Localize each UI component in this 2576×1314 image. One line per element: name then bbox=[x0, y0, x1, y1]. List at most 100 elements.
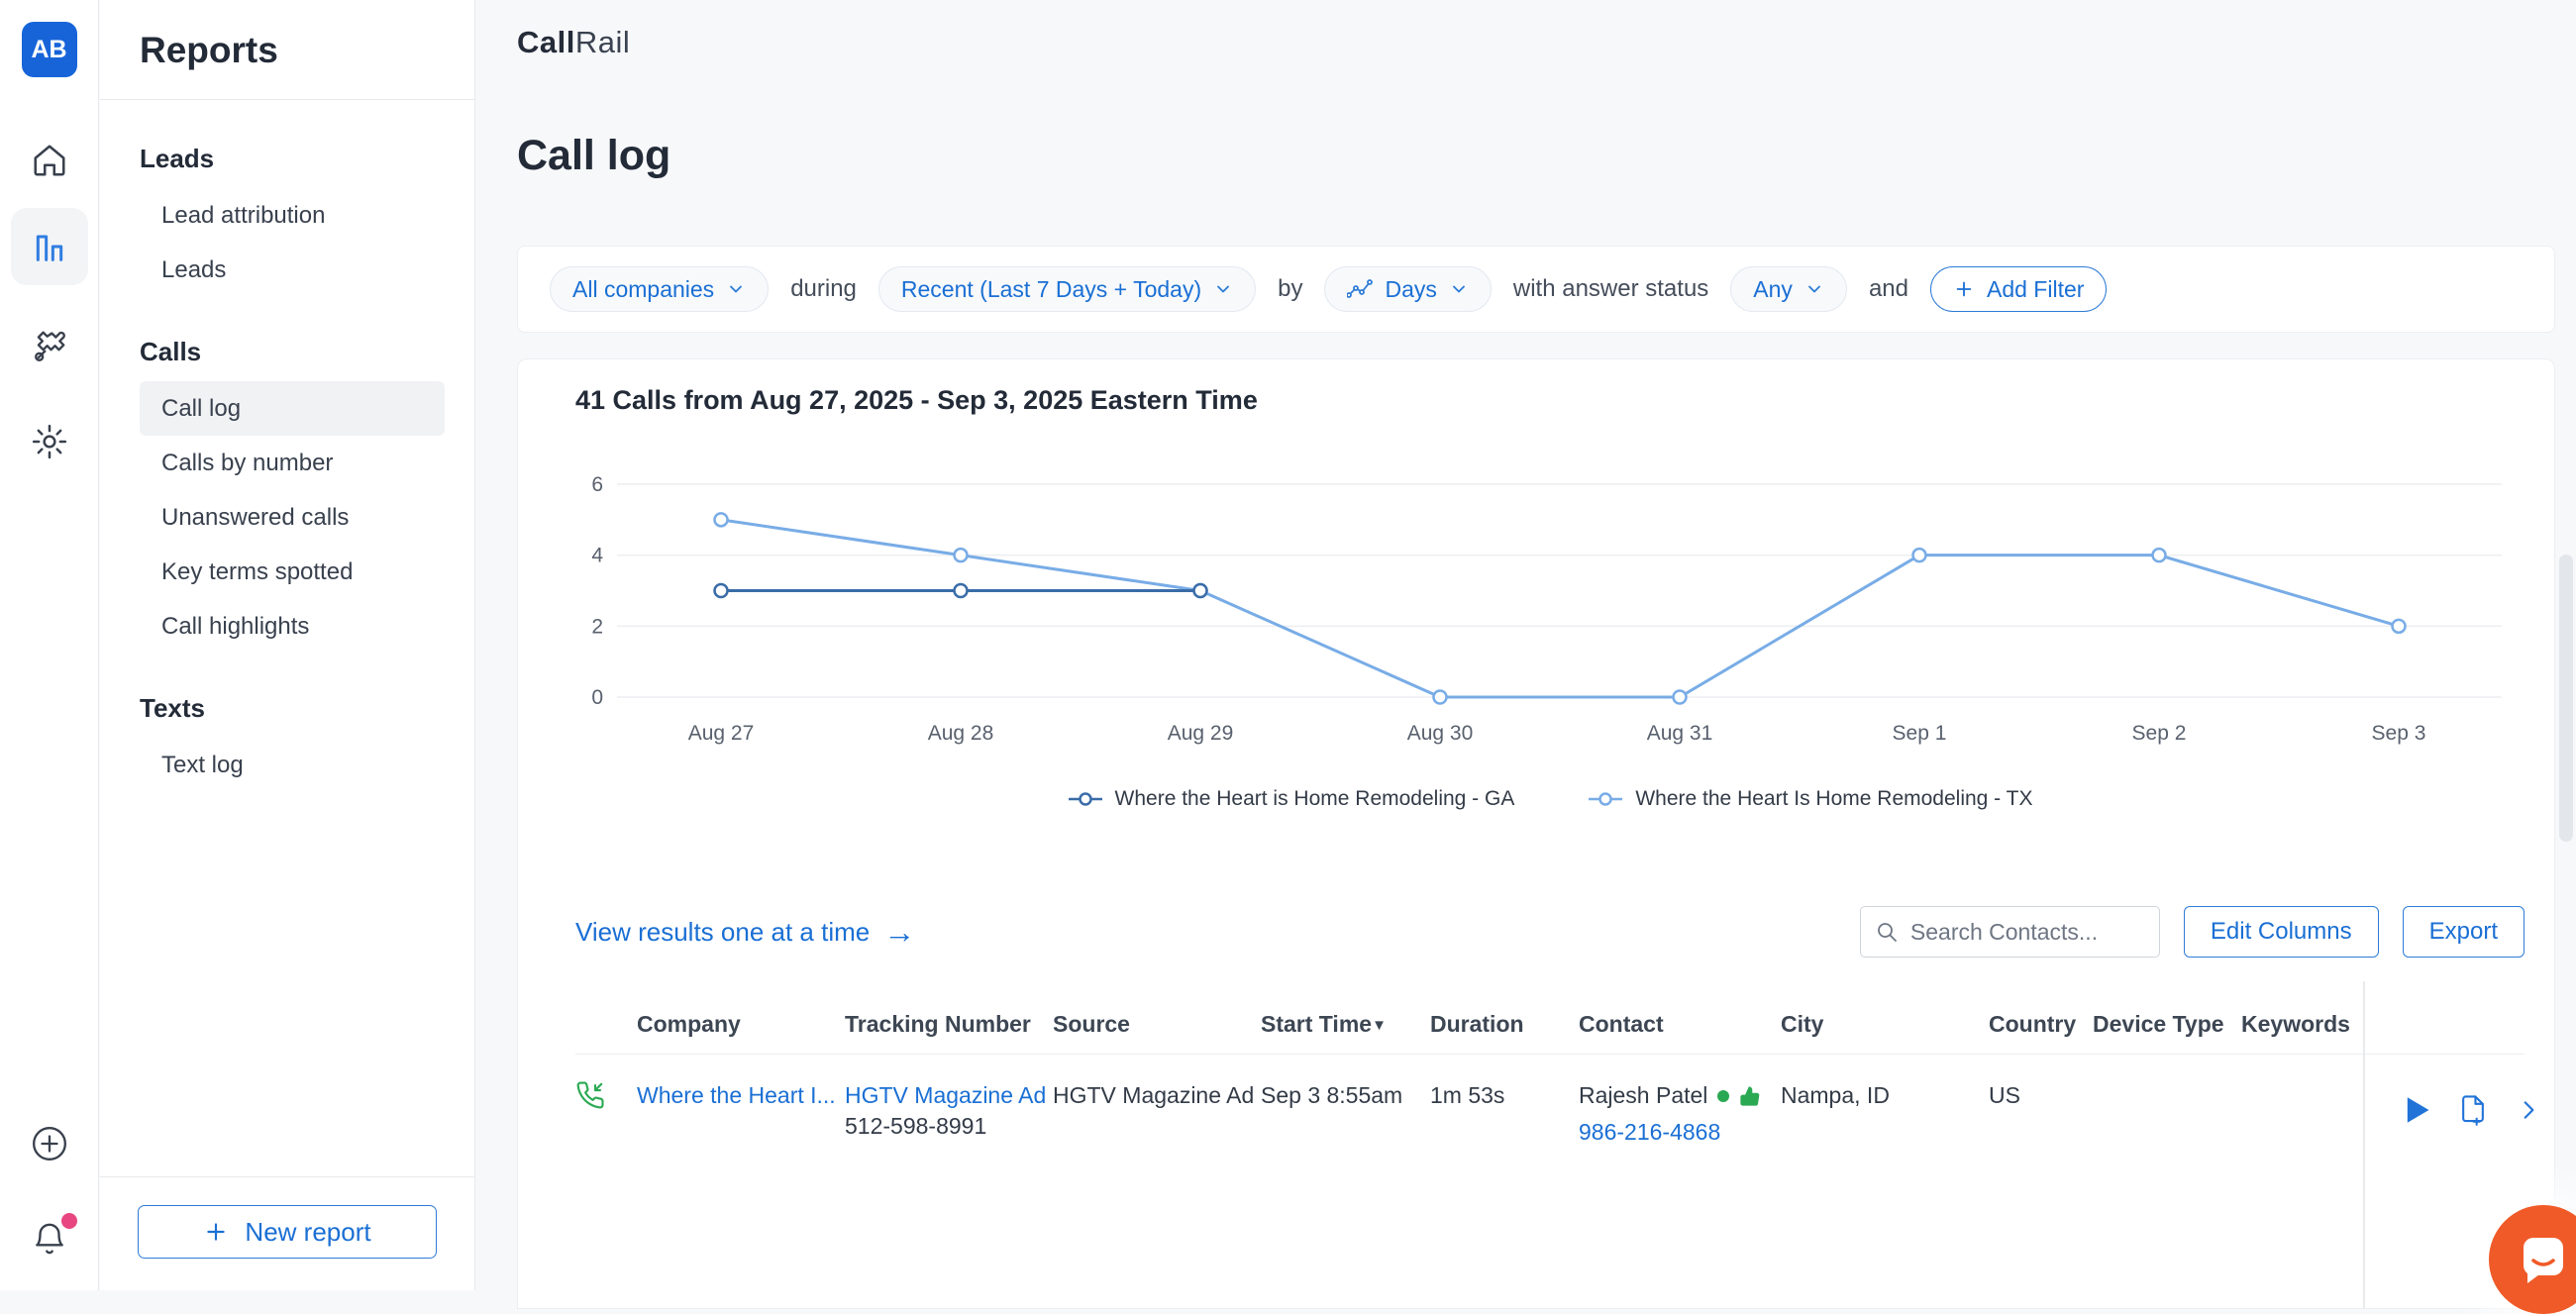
svg-text:Aug 31: Aug 31 bbox=[1647, 722, 1713, 745]
icon-rail: AB bbox=[0, 0, 99, 1290]
svg-text:Aug 30: Aug 30 bbox=[1407, 722, 1474, 745]
inbound-call-icon bbox=[575, 1080, 637, 1118]
row-company-link[interactable]: Where the Heart I... bbox=[637, 1080, 845, 1111]
new-report-label: New report bbox=[245, 1217, 370, 1248]
row-source: HGTV Magazine Ad bbox=[1053, 1080, 1261, 1111]
call-log-table: Company Tracking Number Source Start Tim… bbox=[575, 997, 2524, 1148]
trend-line-icon bbox=[1347, 278, 1373, 300]
col-device-type[interactable]: Device Type bbox=[2093, 1011, 2241, 1038]
row-tracking-cell: HGTV Magazine Ad 512-598-8991 bbox=[845, 1080, 1053, 1142]
col-keywords[interactable]: Keywords bbox=[2241, 1011, 2363, 1038]
row-tracking-number: 512-598-8991 bbox=[845, 1113, 986, 1139]
notification-dot bbox=[61, 1213, 77, 1229]
search-icon bbox=[1875, 920, 1899, 944]
col-source[interactable]: Source bbox=[1053, 1011, 1261, 1038]
view-results-link[interactable]: View results one at a time → bbox=[575, 917, 915, 948]
chevron-down-icon bbox=[726, 279, 746, 299]
home-icon[interactable] bbox=[28, 139, 71, 182]
svg-text:2: 2 bbox=[591, 615, 603, 638]
table-row[interactable]: Where the Heart I... HGTV Magazine Ad 51… bbox=[575, 1055, 2524, 1148]
legend-item[interactable]: Where the Heart Is Home Remodeling - TX bbox=[1588, 787, 2032, 811]
chevron-down-icon bbox=[1449, 279, 1469, 299]
page-title: Call log bbox=[517, 132, 2556, 180]
legend-item[interactable]: Where the Heart is Home Remodeling - GA bbox=[1068, 787, 1515, 811]
thumbs-up-icon[interactable] bbox=[1739, 1085, 1761, 1107]
svg-text:0: 0 bbox=[591, 686, 603, 709]
svg-text:Aug 29: Aug 29 bbox=[1168, 722, 1234, 745]
company-filter-value: All companies bbox=[572, 276, 714, 303]
add-icon[interactable] bbox=[28, 1122, 71, 1165]
svg-text:4: 4 bbox=[591, 545, 603, 567]
chart-legend: Where the Heart is Home Remodeling - GA W… bbox=[575, 787, 2524, 811]
sidebar-item-call-highlights[interactable]: Call highlights bbox=[140, 599, 445, 654]
granularity-value: Days bbox=[1385, 276, 1436, 303]
legend-marker-icon bbox=[1068, 791, 1103, 807]
date-range-value: Recent (Last 7 Days + Today) bbox=[901, 276, 1201, 303]
row-contact-phone-link[interactable]: 986-216-4868 bbox=[1579, 1117, 1720, 1148]
sidebar-item-key-terms-spotted[interactable]: Key terms spotted bbox=[140, 545, 445, 599]
col-city[interactable]: City bbox=[1781, 1011, 1989, 1038]
search-contacts-input[interactable] bbox=[1910, 919, 2138, 946]
col-country[interactable]: Country bbox=[1989, 1011, 2093, 1038]
filter-word-during: during bbox=[790, 275, 857, 303]
company-filter-dropdown[interactable]: All companies bbox=[550, 266, 769, 312]
answer-status-dropdown[interactable]: Any bbox=[1730, 266, 1847, 312]
answer-status-value: Any bbox=[1753, 276, 1793, 303]
col-start-time[interactable]: Start Time▼ bbox=[1261, 1011, 1430, 1038]
chevron-down-icon bbox=[1213, 279, 1233, 299]
col-contact[interactable]: Contact bbox=[1579, 1011, 1781, 1038]
search-contacts-box bbox=[1860, 906, 2160, 958]
sidebar-item-unanswered-calls[interactable]: Unanswered calls bbox=[140, 490, 445, 545]
sidebar-item-leads[interactable]: Leads bbox=[140, 243, 445, 297]
sidebar-item-lead-attribution[interactable]: Lead attribution bbox=[140, 188, 445, 243]
filter-bar: All companies during Recent (Last 7 Days… bbox=[517, 246, 2555, 333]
col-duration[interactable]: Duration bbox=[1430, 1011, 1579, 1038]
rail-bottom-group bbox=[28, 1122, 71, 1261]
page-scrollbar[interactable] bbox=[2559, 555, 2573, 842]
edit-columns-button[interactable]: Edit Columns bbox=[2184, 906, 2379, 958]
date-range-dropdown[interactable]: Recent (Last 7 Days + Today) bbox=[878, 266, 1256, 312]
sidebar-item-text-log[interactable]: Text log bbox=[140, 738, 445, 792]
sticky-column-divider bbox=[2363, 981, 2365, 1308]
play-recording-button[interactable] bbox=[2405, 1096, 2430, 1124]
plus-icon bbox=[1953, 278, 1975, 300]
svg-text:Sep 1: Sep 1 bbox=[1893, 722, 1947, 745]
integrations-icon[interactable] bbox=[28, 325, 71, 368]
row-start-time: Sep 3 8:55am bbox=[1261, 1080, 1430, 1111]
row-tracking-name-link[interactable]: HGTV Magazine Ad bbox=[845, 1082, 1046, 1108]
plus-icon bbox=[203, 1219, 229, 1245]
svg-text:Sep 2: Sep 2 bbox=[2132, 722, 2187, 745]
sort-desc-icon: ▼ bbox=[1372, 1017, 1387, 1034]
reports-icon[interactable] bbox=[11, 208, 88, 285]
expand-row-chevron-icon[interactable] bbox=[2516, 1097, 2541, 1123]
settings-icon[interactable] bbox=[28, 420, 71, 463]
sidebar-title: Reports bbox=[100, 0, 474, 99]
callrail-logo: CallRail bbox=[517, 25, 2556, 60]
calls-line-chart: 6420Aug 27Aug 28Aug 29Aug 30Aug 31Sep 1S… bbox=[575, 457, 2524, 771]
col-company[interactable]: Company bbox=[637, 1011, 845, 1038]
row-contact-name: Rajesh Patel bbox=[1579, 1080, 1707, 1111]
legend-label: Where the Heart is Home Remodeling - GA bbox=[1115, 787, 1515, 811]
view-results-label: View results one at a time bbox=[575, 917, 870, 948]
notifications-icon[interactable] bbox=[28, 1217, 71, 1261]
svg-text:Aug 27: Aug 27 bbox=[688, 722, 755, 745]
reports-nav: Leads Lead attribution Leads Calls Call … bbox=[100, 100, 474, 792]
add-note-icon[interactable] bbox=[2458, 1094, 2488, 1126]
granularity-dropdown[interactable]: Days bbox=[1324, 266, 1491, 312]
chart-title: 41 Calls from Aug 27, 2025 - Sep 3, 2025… bbox=[575, 385, 2524, 416]
add-filter-button[interactable]: Add Filter bbox=[1930, 266, 2107, 312]
col-tracking-number[interactable]: Tracking Number bbox=[845, 1011, 1053, 1038]
legend-label: Where the Heart Is Home Remodeling - TX bbox=[1635, 787, 2032, 811]
chat-smiley-icon bbox=[2516, 1232, 2571, 1287]
new-report-button[interactable]: New report bbox=[138, 1205, 437, 1259]
main-content: CallRail Call log All companies during R… bbox=[475, 0, 2576, 1290]
sidebar-item-call-log[interactable]: Call log bbox=[140, 381, 445, 436]
add-filter-label: Add Filter bbox=[1987, 276, 2084, 303]
nav-section-calls: Calls bbox=[140, 337, 445, 367]
avatar[interactable]: AB bbox=[22, 22, 77, 77]
nav-section-leads: Leads bbox=[140, 144, 445, 174]
export-button[interactable]: Export bbox=[2403, 906, 2524, 958]
row-duration: 1m 53s bbox=[1430, 1080, 1579, 1111]
sidebar-item-calls-by-number[interactable]: Calls by number bbox=[140, 436, 445, 490]
row-country: US bbox=[1989, 1080, 2093, 1111]
